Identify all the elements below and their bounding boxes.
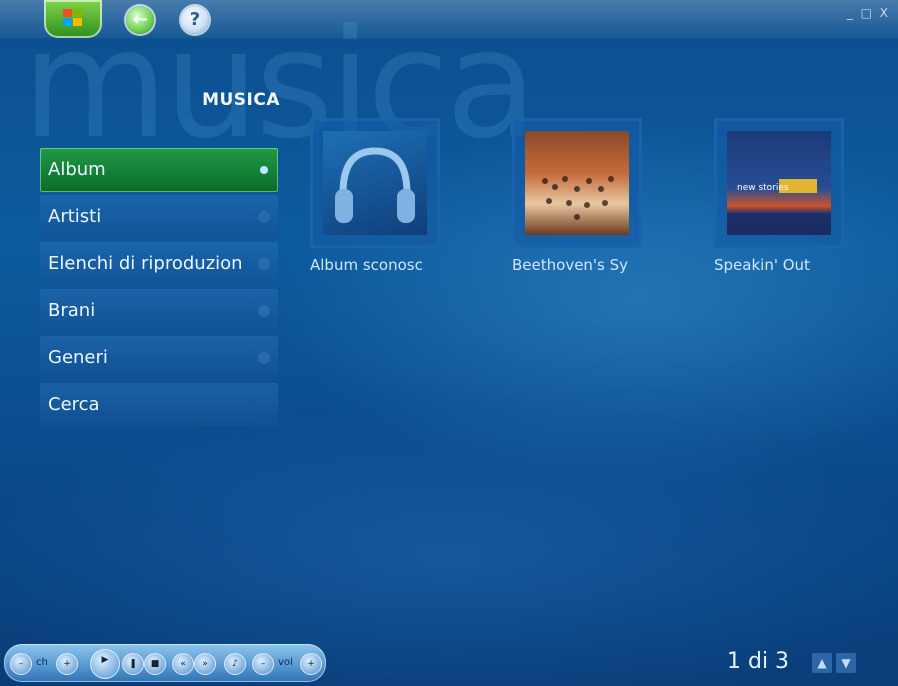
pause-button[interactable]: ❚ xyxy=(122,653,144,675)
orchestra-cover xyxy=(525,131,629,235)
channel-label: ch xyxy=(36,657,48,668)
menu-item-label: Cerca xyxy=(48,394,100,415)
rewind-button[interactable]: « xyxy=(172,653,194,675)
selection-dot-icon xyxy=(258,211,270,223)
page-down-button[interactable]: ▼ xyxy=(836,653,856,673)
album-tile[interactable]: Beethoven's Sy xyxy=(512,118,642,274)
transport-controls: – ch + ▶ ❚ ■ « » ♪ – vol + xyxy=(4,644,326,682)
page-indicator: 1 di 3 xyxy=(727,649,790,674)
album-title: Beethoven's Sy xyxy=(512,256,629,274)
window-controls[interactable]: _ □ X xyxy=(847,6,890,20)
menu-item-artisti[interactable]: Artisti xyxy=(40,195,278,239)
album-cover-frame: new stories xyxy=(714,118,844,248)
headphones-icon xyxy=(323,131,427,235)
menu-item-elenchi[interactable]: Elenchi di riproduzion xyxy=(40,242,278,286)
selection-dot-icon xyxy=(258,258,270,270)
album-cover-frame xyxy=(512,118,642,248)
selection-dot-icon xyxy=(258,352,270,364)
menu-item-brani[interactable]: Brani xyxy=(40,289,278,333)
menu-item-generi[interactable]: Generi xyxy=(40,336,278,380)
band-cover: new stories xyxy=(727,131,831,235)
menu-item-label: Brani xyxy=(48,300,96,321)
album-cover-frame xyxy=(310,118,440,248)
play-button[interactable]: ▶ xyxy=(90,649,120,679)
menu-item-cerca[interactable]: Cerca xyxy=(40,383,278,427)
album-tile[interactable]: Album sconosc xyxy=(310,118,440,274)
forward-button[interactable]: » xyxy=(194,653,216,675)
stop-button[interactable]: ■ xyxy=(144,653,166,675)
page-title: MUSICA xyxy=(202,90,280,110)
menu-item-label: Elenchi di riproduzion xyxy=(48,253,243,274)
cover-text: new stories xyxy=(737,183,789,193)
volume-down-button[interactable]: – xyxy=(252,653,274,675)
page-up-button[interactable]: ▲ xyxy=(812,653,832,673)
album-tile[interactable]: new stories Speakin' Out xyxy=(714,118,844,274)
volume-up-button[interactable]: + xyxy=(300,653,322,675)
channel-down-button[interactable]: – xyxy=(10,653,32,675)
menu-item-label: Album xyxy=(48,159,106,180)
menu-item-label: Artisti xyxy=(48,206,102,227)
section-watermark: musica xyxy=(22,0,537,172)
selection-dot-icon xyxy=(258,305,270,317)
channel-up-button[interactable]: + xyxy=(56,653,78,675)
category-menu: Album Artisti Elenchi di riproduzion Bra… xyxy=(40,148,278,430)
selection-dot-icon xyxy=(260,166,268,174)
menu-item-label: Generi xyxy=(48,347,108,368)
menu-item-album[interactable]: Album xyxy=(40,148,278,192)
mute-button[interactable]: ♪ xyxy=(224,653,246,675)
album-title: Speakin' Out xyxy=(714,256,810,274)
album-title: Album sconosc xyxy=(310,256,423,274)
volume-label: vol xyxy=(278,657,293,668)
